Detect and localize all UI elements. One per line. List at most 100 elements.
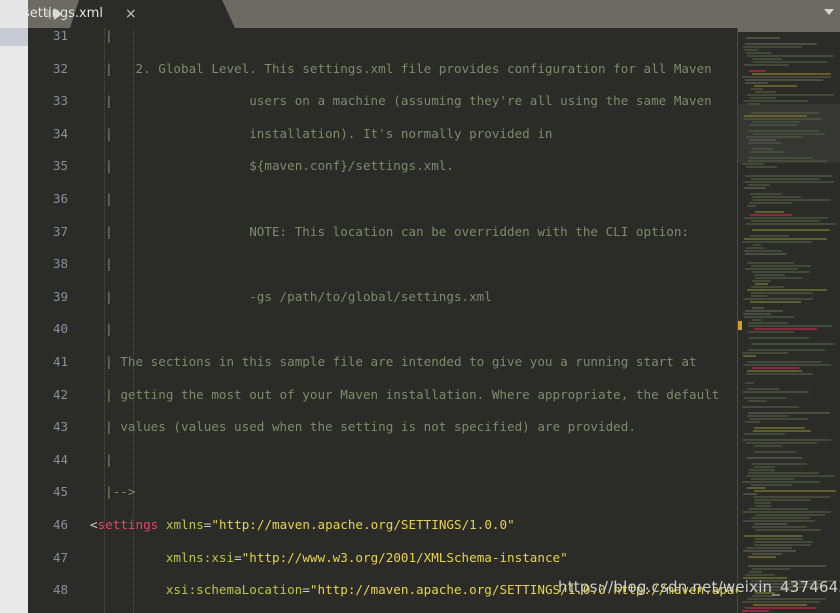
minimap-line [747,487,766,489]
minimap-line [743,520,815,522]
minimap-line [748,331,794,333]
chevron-down-icon[interactable] [824,9,834,15]
minimap-line [743,493,757,495]
close-icon[interactable]: × [125,0,137,28]
minimap-line [755,283,768,285]
minimap-line [751,112,819,114]
minimap-line [747,361,822,363]
minimap-line [749,337,809,339]
minimap-line [745,382,754,384]
minimap-line [746,547,792,549]
line-number: 34 [52,125,68,141]
minimap-line [755,505,771,507]
minimap-line [754,541,813,543]
minimap-line [750,193,782,195]
code-text: | [90,190,113,206]
code-text: | installation). It's normally provided … [90,125,553,141]
line-number: 43 [52,419,68,435]
minimap-line [746,52,771,54]
minimap-line [750,151,785,153]
minimap-line [755,277,802,279]
minimap-line [754,274,785,276]
minimap-line [748,556,776,558]
minimap-line [744,187,766,189]
minimap-line [746,373,813,375]
minimap-line [743,298,813,300]
code-line: 43 | values (values used when the settin… [28,419,737,435]
minimap-line [745,253,787,255]
minimap-line [754,466,775,468]
minimap-line [750,97,776,99]
minimap-line [751,517,810,519]
minimap-line [753,430,811,432]
minimap-line [752,595,774,597]
code-text: | getting the most out of your Maven ins… [90,386,720,402]
line-number: 42 [52,386,68,402]
minimap-line [745,310,783,312]
minimap-line [745,175,832,177]
minimap-line [754,445,782,447]
minimap-line [742,241,812,243]
minimap-topbar [738,28,840,32]
minimap-line [744,64,789,66]
minimap-line [745,268,798,270]
minimap-line [749,571,762,573]
minimap-line [747,205,756,207]
code-line: 37 | NOTE: This location can be overridd… [28,224,737,240]
minimap-line [750,214,792,216]
minimap-line [749,469,775,471]
minimap-line [744,535,802,537]
minimap-line [748,142,781,144]
minimap-line [754,502,771,504]
code-editor[interactable]: 31 | 32 | 2. Global Level. This settings.… [28,28,737,613]
minimap-line [744,250,782,252]
minimap-line [744,433,785,435]
minimap-line [748,130,819,132]
line-number: 47 [52,549,68,565]
line-number: 36 [52,190,68,206]
code-line: 39 | -gs /path/to/global/settings.xml [28,289,737,305]
minimap-line [746,247,764,249]
minimap[interactable] [738,28,840,613]
minimap-line [746,37,780,39]
minimap-line [742,163,764,165]
minimap-line [752,73,831,75]
line-number: 38 [52,256,68,272]
minimap-line [743,46,802,48]
minimap-line [749,202,792,204]
minimap-line [752,196,801,198]
minimap-line [755,529,821,531]
minimap-line [755,514,825,516]
minimap-line [746,166,777,168]
minimap-line [753,496,830,498]
minimap-line [742,76,831,78]
minimap-line [754,427,805,429]
minimap-line [752,121,800,123]
minimap-line [747,262,794,264]
code-lines: 31 | 32 | 2. Global Level. This settings.… [28,28,737,613]
code-text: | [90,256,113,272]
minimap-line [748,565,826,567]
minimap-line [744,397,786,399]
minimap-line [752,280,771,282]
code-text: | values (values used when the setting i… [90,419,636,435]
minimap-line [743,550,796,552]
minimap-line [752,148,773,150]
minimap-line [743,577,787,579]
minimap-line [752,229,830,231]
minimap-line [743,364,831,366]
minimap-line [752,463,807,465]
minimap-line [750,301,801,303]
minimap-marker [738,320,742,330]
line-number: 35 [52,158,68,174]
code-text: xmlns:xsi="http://www.w3.org/2001/XMLSch… [165,549,568,565]
minimap-line [755,538,803,540]
minimap-line [748,400,767,402]
code-line: 40 | [28,321,737,337]
minimap-line [742,511,831,513]
code-text: | ${maven.conf}/settings.xml. [90,158,454,174]
minimap-line [744,217,828,219]
minimap-line [742,391,809,393]
code-text: | -gs /path/to/global/settings.xml [90,288,492,304]
minimap-line [742,406,799,408]
